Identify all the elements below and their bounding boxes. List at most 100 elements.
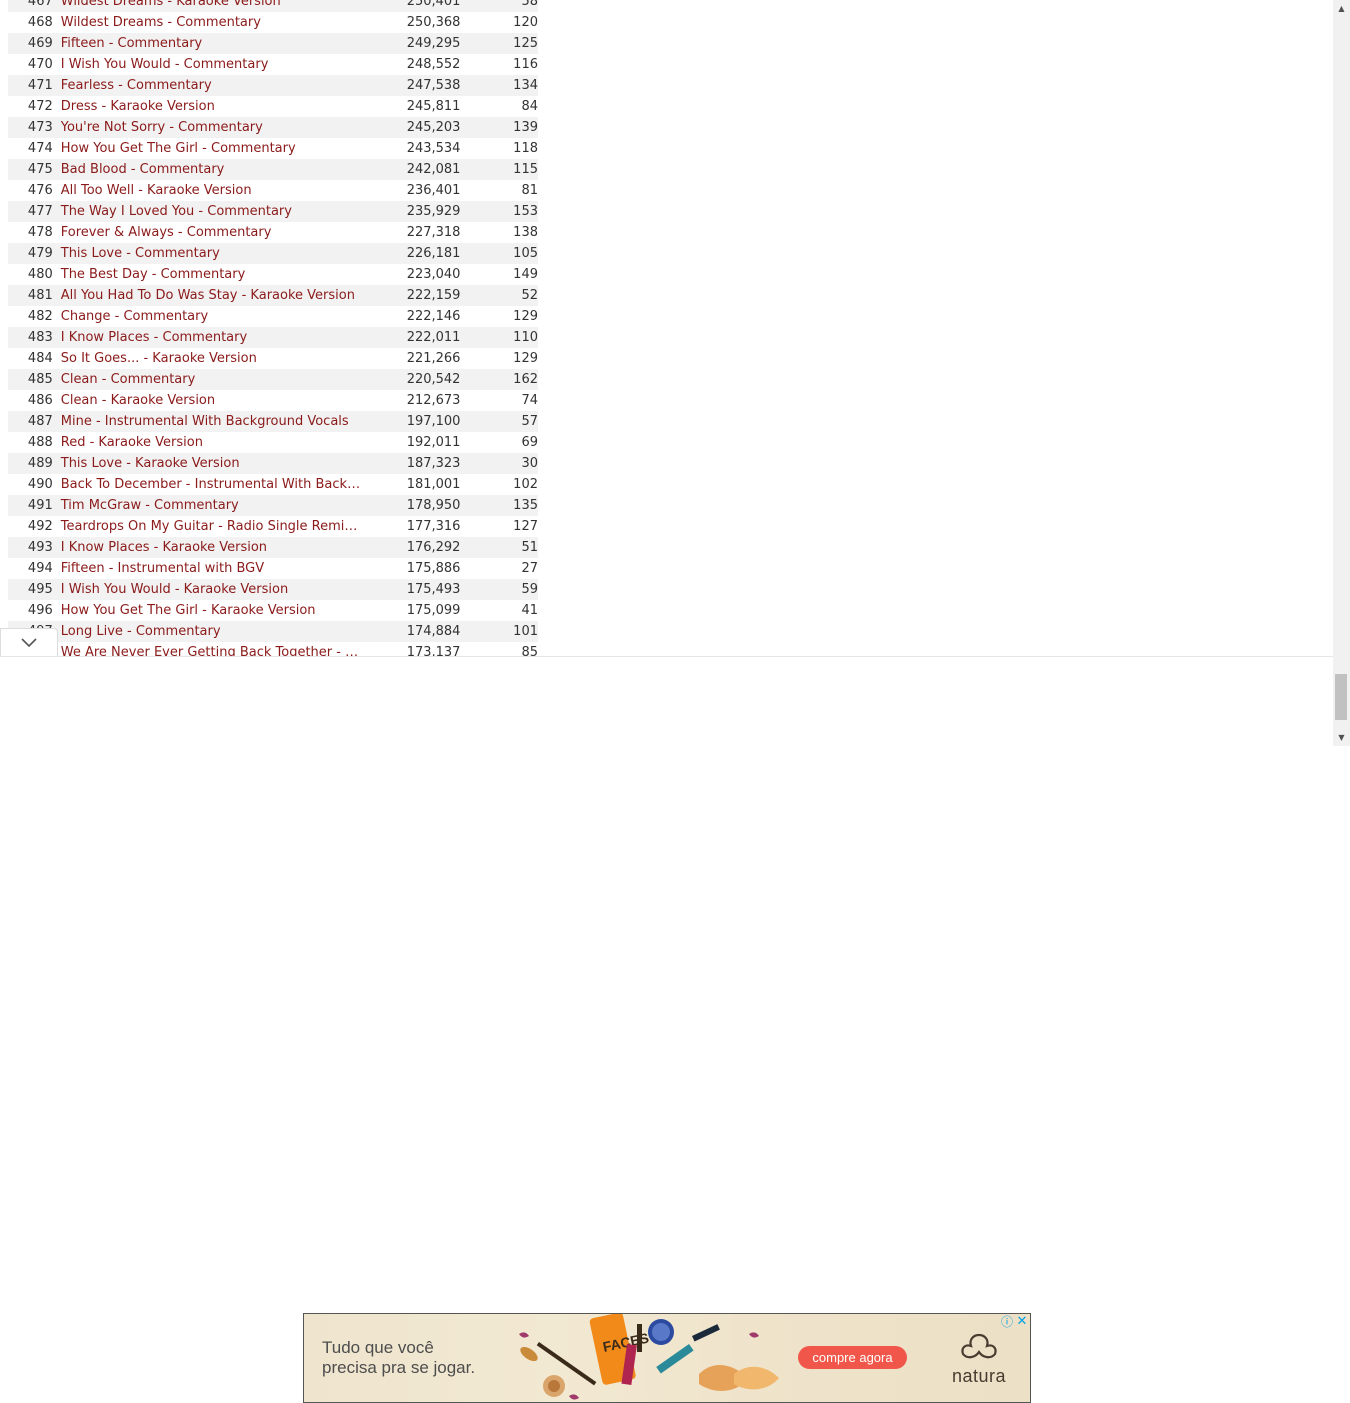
table-row: 481 All You Had To Do Was Stay - Karaoke … (8, 285, 538, 306)
table-row: 467 Wildest Dreams - Karaoke Version 250,4… (8, 0, 538, 12)
song-title-link[interactable]: Fifteen - Commentary (53, 36, 364, 51)
total-streams: 226,181 (406, 246, 461, 261)
total-streams: 175,493 (406, 582, 461, 597)
song-title-link[interactable]: Fearless - Commentary (53, 78, 364, 93)
song-title-link[interactable]: I Know Places - Karaoke Version (53, 540, 364, 555)
daily-streams: 149 (513, 267, 538, 282)
total-streams: 212,673 (406, 393, 461, 408)
total-streams: 248,552 (406, 57, 461, 72)
song-title-link[interactable]: Long Live - Commentary (53, 624, 364, 639)
total-streams: 227,318 (406, 225, 461, 240)
song-title-link[interactable]: Back To December - Instrumental With Bac… (53, 477, 364, 492)
song-title-link[interactable]: The Way I Loved You - Commentary (53, 204, 364, 219)
song-title-link[interactable]: Wildest Dreams - Karaoke Version (53, 0, 364, 9)
table-row: 493 I Know Places - Karaoke Version 176,29… (8, 537, 538, 558)
row-rank: 486 (27, 393, 53, 408)
row-rank: 490 (27, 477, 53, 492)
song-title-link[interactable]: Fifteen - Instrumental with BGV (53, 561, 364, 576)
row-rank: 487 (27, 414, 53, 429)
song-title-link[interactable]: Forever & Always - Commentary (53, 225, 364, 240)
table-row: 470 I Wish You Would - Commentary 248,552 1… (8, 54, 538, 75)
row-rank: 476 (27, 183, 53, 198)
song-title-link[interactable]: This Love - Karaoke Version (53, 456, 364, 471)
row-rank: 474 (27, 141, 53, 156)
row-rank: 471 (27, 78, 53, 93)
song-title-link[interactable]: Mine - Instrumental With Background Voca… (53, 414, 364, 429)
total-streams: 245,203 (406, 120, 461, 135)
song-title-link[interactable]: Change - Commentary (53, 309, 364, 324)
song-title-link[interactable]: Red - Karaoke Version (53, 435, 364, 450)
table-row: 477 The Way I Loved You - Commentary 235,9… (8, 201, 538, 222)
song-title-link[interactable]: Dress - Karaoke Version (53, 99, 364, 114)
scroll-down-arrow-icon[interactable]: ▼ (1333, 729, 1350, 746)
song-title-link[interactable]: Bad Blood - Commentary (53, 162, 364, 177)
song-title-link[interactable]: The Best Day - Commentary (53, 267, 364, 282)
chevron-down-icon (21, 637, 37, 647)
streams-table: 467 Wildest Dreams - Karaoke Version 250,4… (8, 0, 538, 663)
scroll-up-arrow-icon[interactable]: ▲ (1333, 0, 1350, 17)
song-title-link[interactable]: This Love - Commentary (53, 246, 364, 261)
song-title-link[interactable]: Tim McGraw - Commentary (53, 498, 364, 513)
row-rank: 485 (27, 372, 53, 387)
row-rank: 475 (27, 162, 53, 177)
total-streams: 222,159 (406, 288, 461, 303)
table-row: 486 Clean - Karaoke Version 212,673 74 (8, 390, 538, 411)
song-title-link[interactable]: How You Get The Girl - Commentary (53, 141, 364, 156)
total-streams: 250,401 (406, 0, 461, 9)
song-title-link[interactable]: Clean - Commentary (53, 372, 364, 387)
song-title-link[interactable]: Wildest Dreams - Commentary (53, 15, 364, 30)
song-title-link[interactable]: All You Had To Do Was Stay - Karaoke Ver… (53, 288, 364, 303)
table-row: 487 Mine - Instrumental With Background V… (8, 411, 538, 432)
table-row: 492 Teardrops On My Guitar - Radio Single… (8, 516, 538, 537)
scrollbar-thumb[interactable] (1335, 674, 1347, 720)
daily-streams: 102 (513, 477, 538, 492)
total-streams: 249,295 (406, 36, 461, 51)
daily-streams: 120 (513, 15, 538, 30)
daily-streams: 116 (513, 57, 538, 72)
song-title-link[interactable]: Teardrops On My Guitar - Radio Single Re… (53, 519, 364, 534)
daily-streams: 135 (513, 498, 538, 513)
table-row: 485 Clean - Commentary 220,542 162 (8, 369, 538, 390)
daily-streams: 129 (513, 309, 538, 324)
total-streams: 220,542 (406, 372, 461, 387)
row-rank: 473 (27, 120, 53, 135)
total-streams: 175,886 (406, 561, 461, 576)
info-icon[interactable]: ⓘ (1000, 1315, 1014, 1329)
table-row: 491 Tim McGraw - Commentary 178,950 135 (8, 495, 538, 516)
collapse-ad-button[interactable] (0, 628, 58, 656)
total-streams: 192,011 (406, 435, 461, 450)
daily-streams: 138 (513, 225, 538, 240)
song-title-link[interactable]: Clean - Karaoke Version (53, 393, 364, 408)
close-icon[interactable]: ✕ (1015, 1315, 1029, 1329)
table-row: 468 Wildest Dreams - Commentary 250,368 120 (8, 12, 538, 33)
daily-streams: 81 (521, 183, 538, 198)
row-rank: 481 (27, 288, 53, 303)
table-row: 494 Fifteen - Instrumental with BGV 175,88… (8, 558, 538, 579)
row-rank: 472 (27, 99, 53, 114)
song-title-link[interactable]: I Know Places - Commentary (53, 330, 364, 345)
row-rank: 493 (27, 540, 53, 555)
daily-streams: 125 (513, 36, 538, 51)
song-title-link[interactable]: All Too Well - Karaoke Version (53, 183, 364, 198)
song-title-link[interactable]: I Wish You Would - Commentary (53, 57, 364, 72)
natura-logo-text: natura (951, 1366, 1007, 1386)
daily-streams: 115 (513, 162, 538, 177)
song-title-link[interactable]: I Wish You Would - Karaoke Version (53, 582, 364, 597)
total-streams: 187,323 (406, 456, 461, 471)
song-title-link[interactable]: How You Get The Girl - Karaoke Version (53, 603, 364, 618)
natura-logo[interactable]: natura (944, 1332, 1014, 1388)
natura-ad-banner[interactable]: Tudo que você precisa pra se jogar. FACE… (303, 1313, 1031, 1403)
daily-streams: 30 (521, 456, 538, 471)
vertical-scrollbar[interactable]: ▲ ▼ (1333, 0, 1350, 746)
total-streams: 177,316 (406, 519, 461, 534)
row-rank: 483 (27, 330, 53, 345)
row-rank: 494 (27, 561, 53, 576)
song-title-link[interactable]: So It Goes... - Karaoke Version (53, 351, 364, 366)
table-row: 496 How You Get The Girl - Karaoke Versio… (8, 600, 538, 621)
table-row: 475 Bad Blood - Commentary 242,081 115 (8, 159, 538, 180)
daily-streams: 105 (513, 246, 538, 261)
total-streams: 197,100 (406, 414, 461, 429)
song-title-link[interactable]: You're Not Sorry - Commentary (53, 120, 364, 135)
table-row: 473 You're Not Sorry - Commentary 245,203 1… (8, 117, 538, 138)
ad-cta-button[interactable]: compre agora (798, 1346, 907, 1369)
